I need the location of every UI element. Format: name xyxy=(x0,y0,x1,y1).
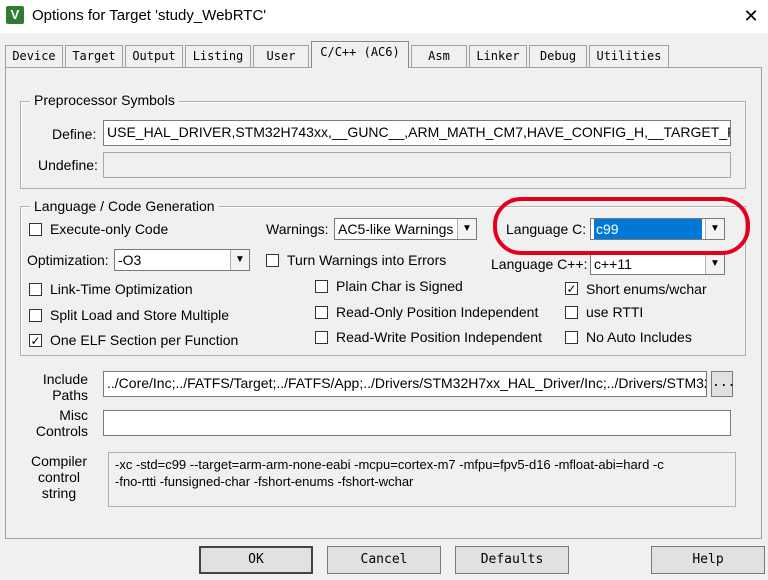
rtti-label: use RTTI xyxy=(586,304,644,320)
no-auto-checkbox[interactable] xyxy=(565,331,578,344)
cancel-button[interactable]: Cancel xyxy=(327,546,441,574)
defaults-button[interactable]: Defaults xyxy=(455,546,569,574)
ropi-checkbox[interactable] xyxy=(315,306,328,319)
misc-controls-input[interactable] xyxy=(103,410,731,436)
execute-only-label: Execute-only Code xyxy=(50,221,169,237)
close-icon[interactable]: ✕ xyxy=(736,2,766,30)
tab-target[interactable]: Target xyxy=(65,45,123,67)
tab-linker[interactable]: Linker xyxy=(469,45,527,67)
keil-uvision-icon: V xyxy=(6,6,24,24)
misc-label-line2: Controls xyxy=(35,423,88,439)
tab-user[interactable]: User xyxy=(253,45,309,67)
misc-label-line1: Misc xyxy=(59,407,88,423)
warnings-select[interactable]: AC5-like Warnings ▼ xyxy=(334,218,477,240)
tab-debug[interactable]: Debug xyxy=(529,45,587,67)
title-bar: V Options for Target 'study_WebRTC' ✕ xyxy=(0,0,768,33)
chevron-down-icon: ▼ xyxy=(705,254,724,274)
include-paths-input[interactable]: ../Core/Inc;../FATFS/Target;../FATFS/App… xyxy=(103,371,707,397)
compiler-control-label: Compiler control string xyxy=(30,453,88,501)
warnings-label: Warnings: xyxy=(266,221,329,237)
undefine-input[interactable] xyxy=(103,152,731,178)
tab-device[interactable]: Device xyxy=(5,45,63,67)
misc-controls-label: Misc Controls xyxy=(30,407,88,439)
chevron-down-icon: ▼ xyxy=(457,219,476,239)
ok-button[interactable]: OK xyxy=(199,546,313,574)
language-group-label: Language / Code Generation xyxy=(30,198,219,214)
rtti-checkbox[interactable] xyxy=(565,306,578,319)
tab-output[interactable]: Output xyxy=(125,45,183,67)
split-load-checkbox[interactable] xyxy=(29,309,42,322)
split-load-label: Split Load and Store Multiple xyxy=(50,307,229,323)
one-elf-label: One ELF Section per Function xyxy=(50,332,239,348)
define-input[interactable]: USE_HAL_DRIVER,STM32H743xx,__GUNC__,ARM_… xyxy=(103,120,731,146)
define-label: Define: xyxy=(52,126,97,142)
lto-label: Link-Time Optimization xyxy=(50,281,193,297)
plain-char-label: Plain Char is Signed xyxy=(336,278,463,294)
help-button[interactable]: Help xyxy=(651,546,765,574)
language-cpp-label: Language C++: xyxy=(491,256,588,272)
ropi-label: Read-Only Position Independent xyxy=(336,304,539,320)
chevron-down-icon: ▼ xyxy=(230,250,249,270)
plain-char-checkbox[interactable] xyxy=(315,280,328,293)
short-enums-check: ✓ xyxy=(566,282,577,296)
language-cpp-select[interactable]: c++11 ▼ xyxy=(590,253,725,275)
optimization-value: -O3 xyxy=(118,252,142,268)
tab-listing[interactable]: Listing xyxy=(185,45,251,67)
turn-warnings-label: Turn Warnings into Errors xyxy=(287,252,447,268)
include-label-line1: Include xyxy=(42,371,88,387)
include-browse-button[interactable]: ... xyxy=(711,371,735,397)
turn-warnings-checkbox[interactable] xyxy=(266,254,279,267)
warnings-value: AC5-like Warnings xyxy=(338,221,454,237)
compiler-label-line3: string xyxy=(41,485,77,501)
tab-asm[interactable]: Asm xyxy=(411,45,467,67)
execute-only-checkbox[interactable] xyxy=(29,223,42,236)
optimization-label: Optimization: xyxy=(27,252,109,268)
compiler-label-line2: control xyxy=(37,469,81,485)
window-title: Options for Target 'study_WebRTC' xyxy=(32,7,267,24)
one-elf-checkbox[interactable]: ✓ xyxy=(29,334,42,347)
annotation-highlight xyxy=(493,197,750,255)
include-label-line2: Paths xyxy=(52,387,88,403)
rwpi-checkbox[interactable] xyxy=(315,331,328,344)
include-paths-label: Include Paths xyxy=(30,371,88,403)
short-enums-label: Short enums/wchar xyxy=(586,281,707,297)
no-auto-label: No Auto Includes xyxy=(586,329,692,345)
short-enums-checkbox[interactable]: ✓ xyxy=(565,282,578,295)
rwpi-label: Read-Write Position Independent xyxy=(336,329,542,345)
undefine-label: Undefine: xyxy=(38,157,98,173)
tab-cpp-ac6[interactable]: C/C++ (AC6) xyxy=(311,41,409,68)
one-elf-check: ✓ xyxy=(30,334,41,348)
tab-utilities[interactable]: Utilities xyxy=(589,45,669,67)
lto-checkbox[interactable] xyxy=(29,283,42,296)
language-cpp-value: c++11 xyxy=(594,256,632,272)
compiler-label-line1: Compiler xyxy=(30,453,87,469)
compiler-control-string: -xc -std=c99 --target=arm-arm-none-eabi … xyxy=(108,452,736,507)
optimization-select[interactable]: -O3 ▼ xyxy=(114,249,250,271)
preprocessor-group-label: Preprocessor Symbols xyxy=(30,92,179,108)
